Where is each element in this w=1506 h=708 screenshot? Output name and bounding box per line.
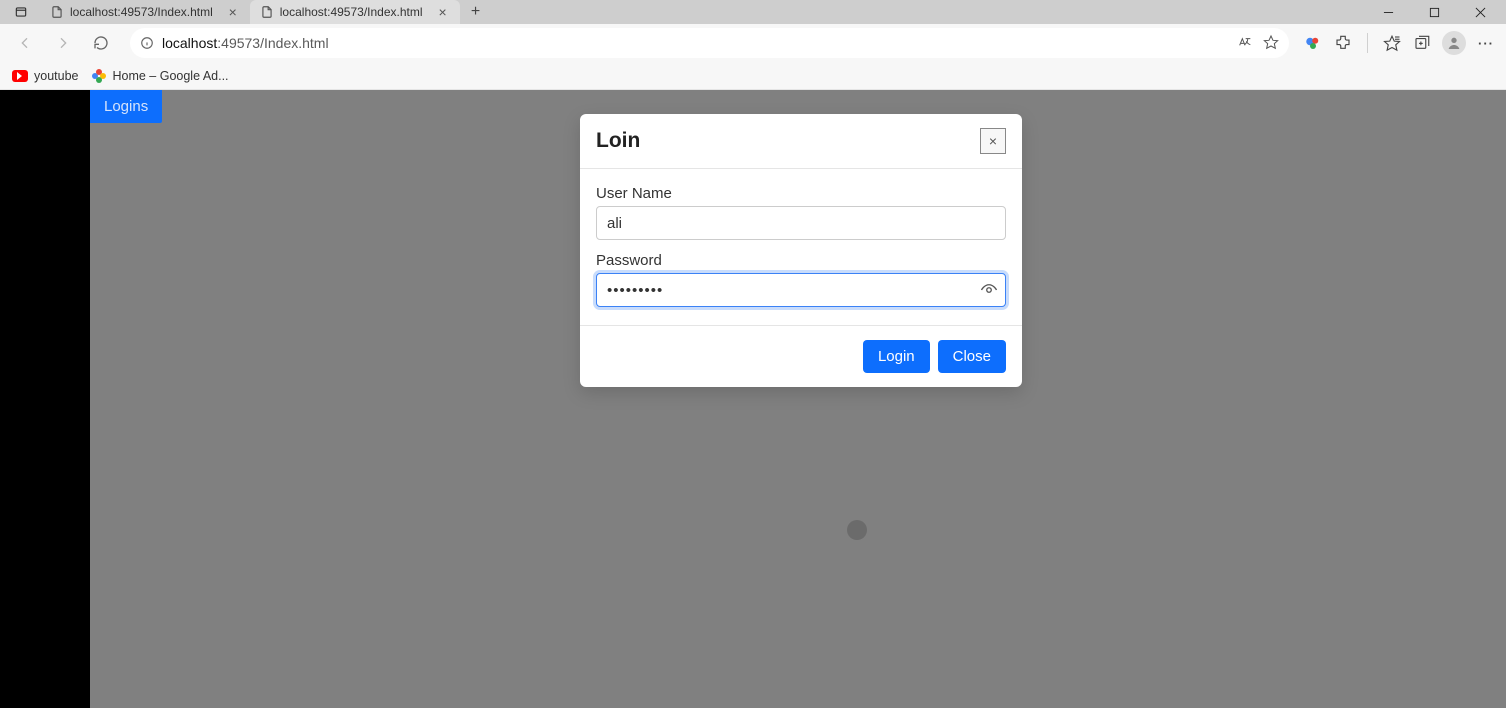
tab-close-icon[interactable]: × — [225, 4, 241, 20]
window-close-icon[interactable] — [1462, 0, 1498, 24]
modal-footer: Login Close — [580, 326, 1022, 387]
address-url: localhost:49573/Index.html — [162, 35, 1229, 51]
modal-close-button[interactable]: × — [980, 128, 1006, 154]
new-tab-button[interactable]: + — [464, 0, 488, 24]
toolbar-separator — [1367, 33, 1368, 53]
window-controls — [1370, 0, 1506, 24]
browser-tab[interactable]: localhost:49573/Index.html × — [40, 0, 250, 24]
bookmark-item[interactable]: Home – Google Ad... — [92, 69, 228, 83]
reveal-password-icon[interactable] — [980, 281, 998, 299]
favorites-icon[interactable] — [1382, 33, 1402, 53]
tab-strip: localhost:49573/Index.html × localhost:4… — [8, 0, 488, 24]
nav-forward-icon[interactable] — [48, 28, 78, 58]
modal-title: Loin — [596, 129, 640, 153]
google-favicon-icon — [92, 69, 106, 83]
modal-header: Loin × — [580, 114, 1022, 169]
logins-button[interactable]: Logins — [90, 90, 162, 123]
tab-label: localhost:49573/Index.html — [70, 5, 213, 19]
favorite-star-icon[interactable] — [1263, 34, 1279, 53]
window-maximize-icon[interactable] — [1416, 0, 1452, 24]
page-icon — [260, 5, 274, 19]
extensions-icon[interactable] — [1333, 33, 1353, 53]
username-input[interactable] — [596, 206, 1006, 240]
password-input[interactable] — [596, 273, 1006, 307]
tab-actions-icon[interactable] — [8, 1, 34, 23]
extension-color-icon[interactable] — [1303, 33, 1323, 53]
browser-toolbar: localhost:49573/Index.html — [0, 24, 1506, 62]
password-label: Password — [596, 252, 1006, 269]
bookmarks-bar: youtube Home – Google Ad... — [0, 62, 1506, 90]
bookmark-label: youtube — [34, 69, 78, 83]
window-minimize-icon[interactable] — [1370, 0, 1406, 24]
page-viewport: Logins Loin × User Name Password — [0, 90, 1506, 708]
collections-icon[interactable] — [1412, 33, 1432, 53]
bookmark-item[interactable]: youtube — [12, 69, 78, 83]
more-menu-icon[interactable]: ··· — [1476, 33, 1496, 53]
youtube-favicon-icon — [12, 70, 28, 82]
page-overlay: Logins Loin × User Name Password — [90, 90, 1506, 708]
tab-close-icon[interactable]: × — [435, 4, 451, 20]
translate-icon[interactable] — [1237, 34, 1253, 53]
page-icon — [50, 5, 64, 19]
modal-body: User Name Password — [580, 169, 1022, 326]
toolbar-right: ··· — [1303, 31, 1496, 55]
close-button[interactable]: Close — [938, 340, 1006, 373]
nav-refresh-icon[interactable] — [86, 28, 116, 58]
login-button[interactable]: Login — [863, 340, 930, 373]
username-label: User Name — [596, 185, 1006, 202]
cursor-highlight-dot — [847, 520, 867, 540]
profile-avatar-icon[interactable] — [1442, 31, 1466, 55]
nav-back-icon[interactable] — [10, 28, 40, 58]
browser-titlebar: localhost:49573/Index.html × localhost:4… — [0, 0, 1506, 24]
browser-tab[interactable]: localhost:49573/Index.html × — [250, 0, 460, 24]
left-dark-margin — [0, 90, 90, 708]
login-modal: Loin × User Name Password — [580, 114, 1022, 387]
address-bar[interactable]: localhost:49573/Index.html — [130, 28, 1289, 58]
site-info-icon[interactable] — [140, 36, 154, 50]
tab-label: localhost:49573/Index.html — [280, 5, 423, 19]
browser-chrome: localhost:49573/Index.html × localhost:4… — [0, 0, 1506, 90]
bookmark-label: Home – Google Ad... — [112, 69, 228, 83]
